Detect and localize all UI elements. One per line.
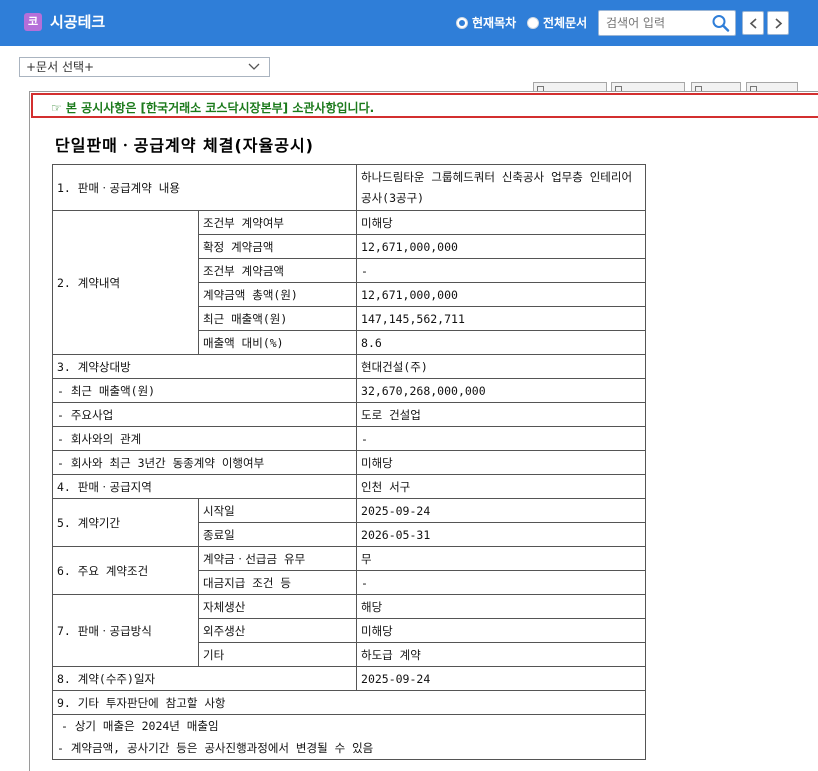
table-cell-label: 기타 <box>197 642 358 667</box>
table-cell-label: 9. 기타 투자판단에 참고할 사항 <box>51 690 647 715</box>
search-input[interactable] <box>599 11 707 35</box>
table-cell-label: 7. 판매ㆍ공급방식 <box>52 594 199 667</box>
table-cell-value: 2025-09-24 <box>356 666 647 691</box>
table-row: - 상기 매출은 2024년 매출임 - 계약금액, 공사기간 등은 공사진행과… <box>51 714 647 760</box>
notice-banner: ☞ 본 공시사항은 [한국거래소 코스닥시장본부] 소관사항입니다. <box>31 93 818 118</box>
note-line: - 상기 매출은 2024년 매출임 <box>61 719 219 733</box>
table-row: 8. 계약(수주)일자 2025-09-24 <box>51 666 647 691</box>
table-cell-value: 12,671,000,000 <box>356 234 647 259</box>
chevron-right-icon <box>775 18 783 29</box>
table-cell-label: 매출액 대비(%) <box>197 330 358 355</box>
table-cell-value: 미해당 <box>356 210 647 235</box>
table-row: 3. 계약상대방 현대건설(주) <box>51 354 647 379</box>
table-row: 5. 계약기간 시작일 2025-09-24 <box>52 498 647 547</box>
table-cell-label: 3. 계약상대방 <box>51 354 358 379</box>
app-title: 시공테크 <box>50 13 106 31</box>
table-cell-label: - 주요사업 <box>51 402 358 427</box>
notice-text: ☞ 본 공시사항은 [한국거래소 코스닥시장본부] 소관사항입니다. <box>51 101 375 115</box>
document-select-value: +문서 선택+ <box>26 60 95 74</box>
radio-selected-icon[interactable] <box>456 16 468 29</box>
table-cell-value: 하나드림타운 그룹헤드쿼터 신축공사 업무층 인테리어공사(3공구) <box>356 164 647 211</box>
notes-cell: - 상기 매출은 2024년 매출임 - 계약금액, 공사기간 등은 공사진행과… <box>51 714 647 760</box>
disclosure-table: 1. 판매ㆍ공급계약 내용 하나드림타운 그룹헤드쿼터 신축공사 업무층 인테리… <box>51 164 647 760</box>
search-box <box>598 10 736 36</box>
table-cell-label: 시작일 <box>197 498 358 523</box>
table-cell-label: 외주생산 <box>197 618 358 643</box>
table-cell-label: 2. 계약내역 <box>52 210 199 355</box>
table-cell-label: 최근 매출액(원) <box>197 306 358 331</box>
chevron-left-icon <box>749 18 757 29</box>
scope-all-label: 전체문서 <box>543 16 588 30</box>
search-icon[interactable] <box>711 14 731 32</box>
table-cell-value: 32,670,268,000,000 <box>356 378 647 403</box>
table-cell-label: 계약금ㆍ선급금 유무 <box>197 546 358 571</box>
table-cell-label: 조건부 계약금액 <box>197 258 358 283</box>
table-cell-label: 8. 계약(수주)일자 <box>51 666 358 691</box>
table-cell-value: - <box>356 258 647 283</box>
table-cell-label: 확정 계약금액 <box>197 234 358 259</box>
table-row: 7. 판매ㆍ공급방식 자체생산 해당 <box>52 594 647 667</box>
table-cell-value: 무 <box>356 546 647 571</box>
table-cell-value: 하도급 계약 <box>356 642 647 667</box>
table-cell-value: 미해당 <box>356 450 647 475</box>
table-row: 9. 기타 투자판단에 참고할 사항 <box>51 690 647 715</box>
table-row: - 회사와 최근 3년간 동종계약 이행여부 미해당 <box>51 450 647 475</box>
table-row: - 주요사업 도로 건설업 <box>51 402 647 427</box>
table-cell-label: 1. 판매ㆍ공급계약 내용 <box>51 164 358 211</box>
table-cell-label: - 최근 매출액(원) <box>51 378 358 403</box>
chevron-down-icon <box>248 63 260 70</box>
table-cell-value: - <box>356 426 647 451</box>
table-cell-value: 2026-05-31 <box>356 522 647 547</box>
document-select[interactable]: +문서 선택+ <box>19 57 270 77</box>
scope-all-radio[interactable]: 전체문서 <box>527 14 587 31</box>
table-row: - 회사와의 관계 - <box>51 426 647 451</box>
app-logo-icon: 코 <box>24 13 42 31</box>
table-row: 2. 계약내역 조건부 계약여부 미해당 <box>52 210 647 355</box>
table-row: 1. 판매ㆍ공급계약 내용 하나드림타운 그룹헤드쿼터 신축공사 업무층 인테리… <box>51 164 647 211</box>
table-cell-value: 8.6 <box>356 330 647 355</box>
table-cell-label: 계약금액 총액(원) <box>197 282 358 307</box>
table-cell-label: 6. 주요 계약조건 <box>52 546 199 595</box>
table-cell-value: 12,671,000,000 <box>356 282 647 307</box>
table-cell-label: 종료일 <box>197 522 358 547</box>
radio-unselected-icon[interactable] <box>527 16 539 29</box>
table-cell-value: - <box>356 570 647 595</box>
table-row: - 최근 매출액(원) 32,670,268,000,000 <box>51 378 647 403</box>
table-cell-label: - 회사와 최근 3년간 동종계약 이행여부 <box>51 450 358 475</box>
table-cell-label: - 회사와의 관계 <box>51 426 358 451</box>
note-line: - 계약금액, 공사기간 등은 공사진행과정에서 변경될 수 있음 <box>57 741 374 755</box>
scope-current-radio[interactable]: 현재목차 <box>456 14 516 31</box>
table-cell-label: 4. 판매ㆍ공급지역 <box>51 474 358 499</box>
scope-current-label: 현재목차 <box>472 16 517 30</box>
next-button[interactable] <box>767 11 789 35</box>
table-row: 6. 주요 계약조건 계약금ㆍ선급금 유무 무 <box>52 546 647 595</box>
table-row: 4. 판매ㆍ공급지역 인천 서구 <box>51 474 647 499</box>
table-cell-value: 현대건설(주) <box>356 354 647 379</box>
prev-button[interactable] <box>742 11 764 35</box>
table-cell-value: 인천 서구 <box>356 474 647 499</box>
table-cell-label: 대금지급 조건 등 <box>197 570 358 595</box>
table-cell-value: 2025-09-24 <box>356 498 647 523</box>
table-cell-value: 147,145,562,711 <box>356 306 647 331</box>
table-cell-value: 도로 건설업 <box>356 402 647 427</box>
top-bar: 코 시공테크 현재목차 전체문서 <box>0 0 818 46</box>
table-cell-label: 조건부 계약여부 <box>197 210 358 235</box>
page-title: 단일판매ㆍ공급계약 체결(자율공시) <box>55 136 314 155</box>
table-cell-label: 5. 계약기간 <box>52 498 199 547</box>
table-cell-label: 자체생산 <box>197 594 358 619</box>
table-cell-value: 해당 <box>356 594 647 619</box>
table-cell-value: 미해당 <box>356 618 647 643</box>
